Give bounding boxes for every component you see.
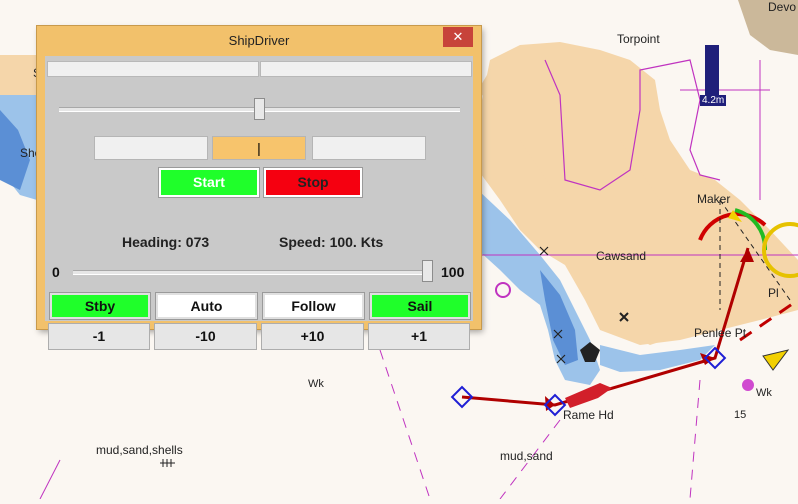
speed-unit: Kts <box>360 234 384 250</box>
throttle-min-label: 0 <box>52 264 60 280</box>
close-button[interactable]: ✕ <box>443 27 473 47</box>
wreck-label: Wk <box>756 387 772 399</box>
step-minus-1-button[interactable]: -1 <box>48 323 150 350</box>
wreck-label: Wk <box>308 378 324 390</box>
helm-slider-thumb[interactable] <box>254 98 265 120</box>
status-field-left <box>47 61 259 77</box>
speed-value: 100. <box>329 234 357 250</box>
depth-sounding: 15 <box>734 409 747 421</box>
status-field-right <box>260 61 472 77</box>
throttle-slider-thumb[interactable] <box>422 260 433 282</box>
speed-label: Speed: <box>279 234 326 250</box>
place-label-penlee: Penlee Pt <box>694 326 747 340</box>
mode-auto-button[interactable]: Auto <box>155 292 258 320</box>
shipdriver-window: ShipDriver ✕ | Start Stop Heading: 073 S… <box>37 26 481 350</box>
step-plus-1-button[interactable]: +1 <box>368 323 470 350</box>
dialog-client-area: | Start Stop Heading: 073 Speed: 100. Kt… <box>45 56 473 350</box>
rudder-port-indicator <box>94 136 208 160</box>
window-titlebar[interactable]: ShipDriver ✕ <box>37 26 481 56</box>
seabed-label-mud-sand: mud,sand <box>500 449 553 463</box>
speed-readout: Speed: 100. Kts <box>279 234 383 250</box>
throttle-slider-track[interactable] <box>73 270 433 275</box>
place-label-rame: Rame Hd <box>563 408 614 422</box>
window-title: ShipDriver <box>228 33 290 48</box>
stop-button[interactable]: Stop <box>263 167 363 198</box>
step-minus-10-button[interactable]: -10 <box>154 323 257 350</box>
place-label-maker: Maker <box>697 192 731 206</box>
step-plus-10-button[interactable]: +10 <box>261 323 364 350</box>
start-button[interactable]: Start <box>158 167 260 198</box>
mode-stby-button[interactable]: Stby <box>49 292 151 320</box>
heading-readout: Heading: 073 <box>122 234 209 250</box>
heading-value: 073 <box>185 234 210 250</box>
throttle-max-label: 100 <box>441 264 465 280</box>
mode-sail-button[interactable]: Sail <box>369 292 471 320</box>
place-label-pl: Pl <box>768 286 779 300</box>
place-label-torpoint: Torpoint <box>617 32 660 46</box>
depth-marker-label: 4.2m <box>700 95 727 106</box>
rudder-center-indicator: | <box>212 136 306 160</box>
close-icon: ✕ <box>452 29 464 44</box>
place-label-devo: Devo <box>768 0 797 14</box>
heading-label: Heading: <box>122 234 182 250</box>
rudder-starboard-indicator <box>312 136 426 160</box>
mode-follow-button[interactable]: Follow <box>262 292 365 320</box>
seabed-label-mud-sand-shells: mud,sand,shells <box>96 443 183 457</box>
place-label-cawsand: Cawsand <box>596 249 647 263</box>
